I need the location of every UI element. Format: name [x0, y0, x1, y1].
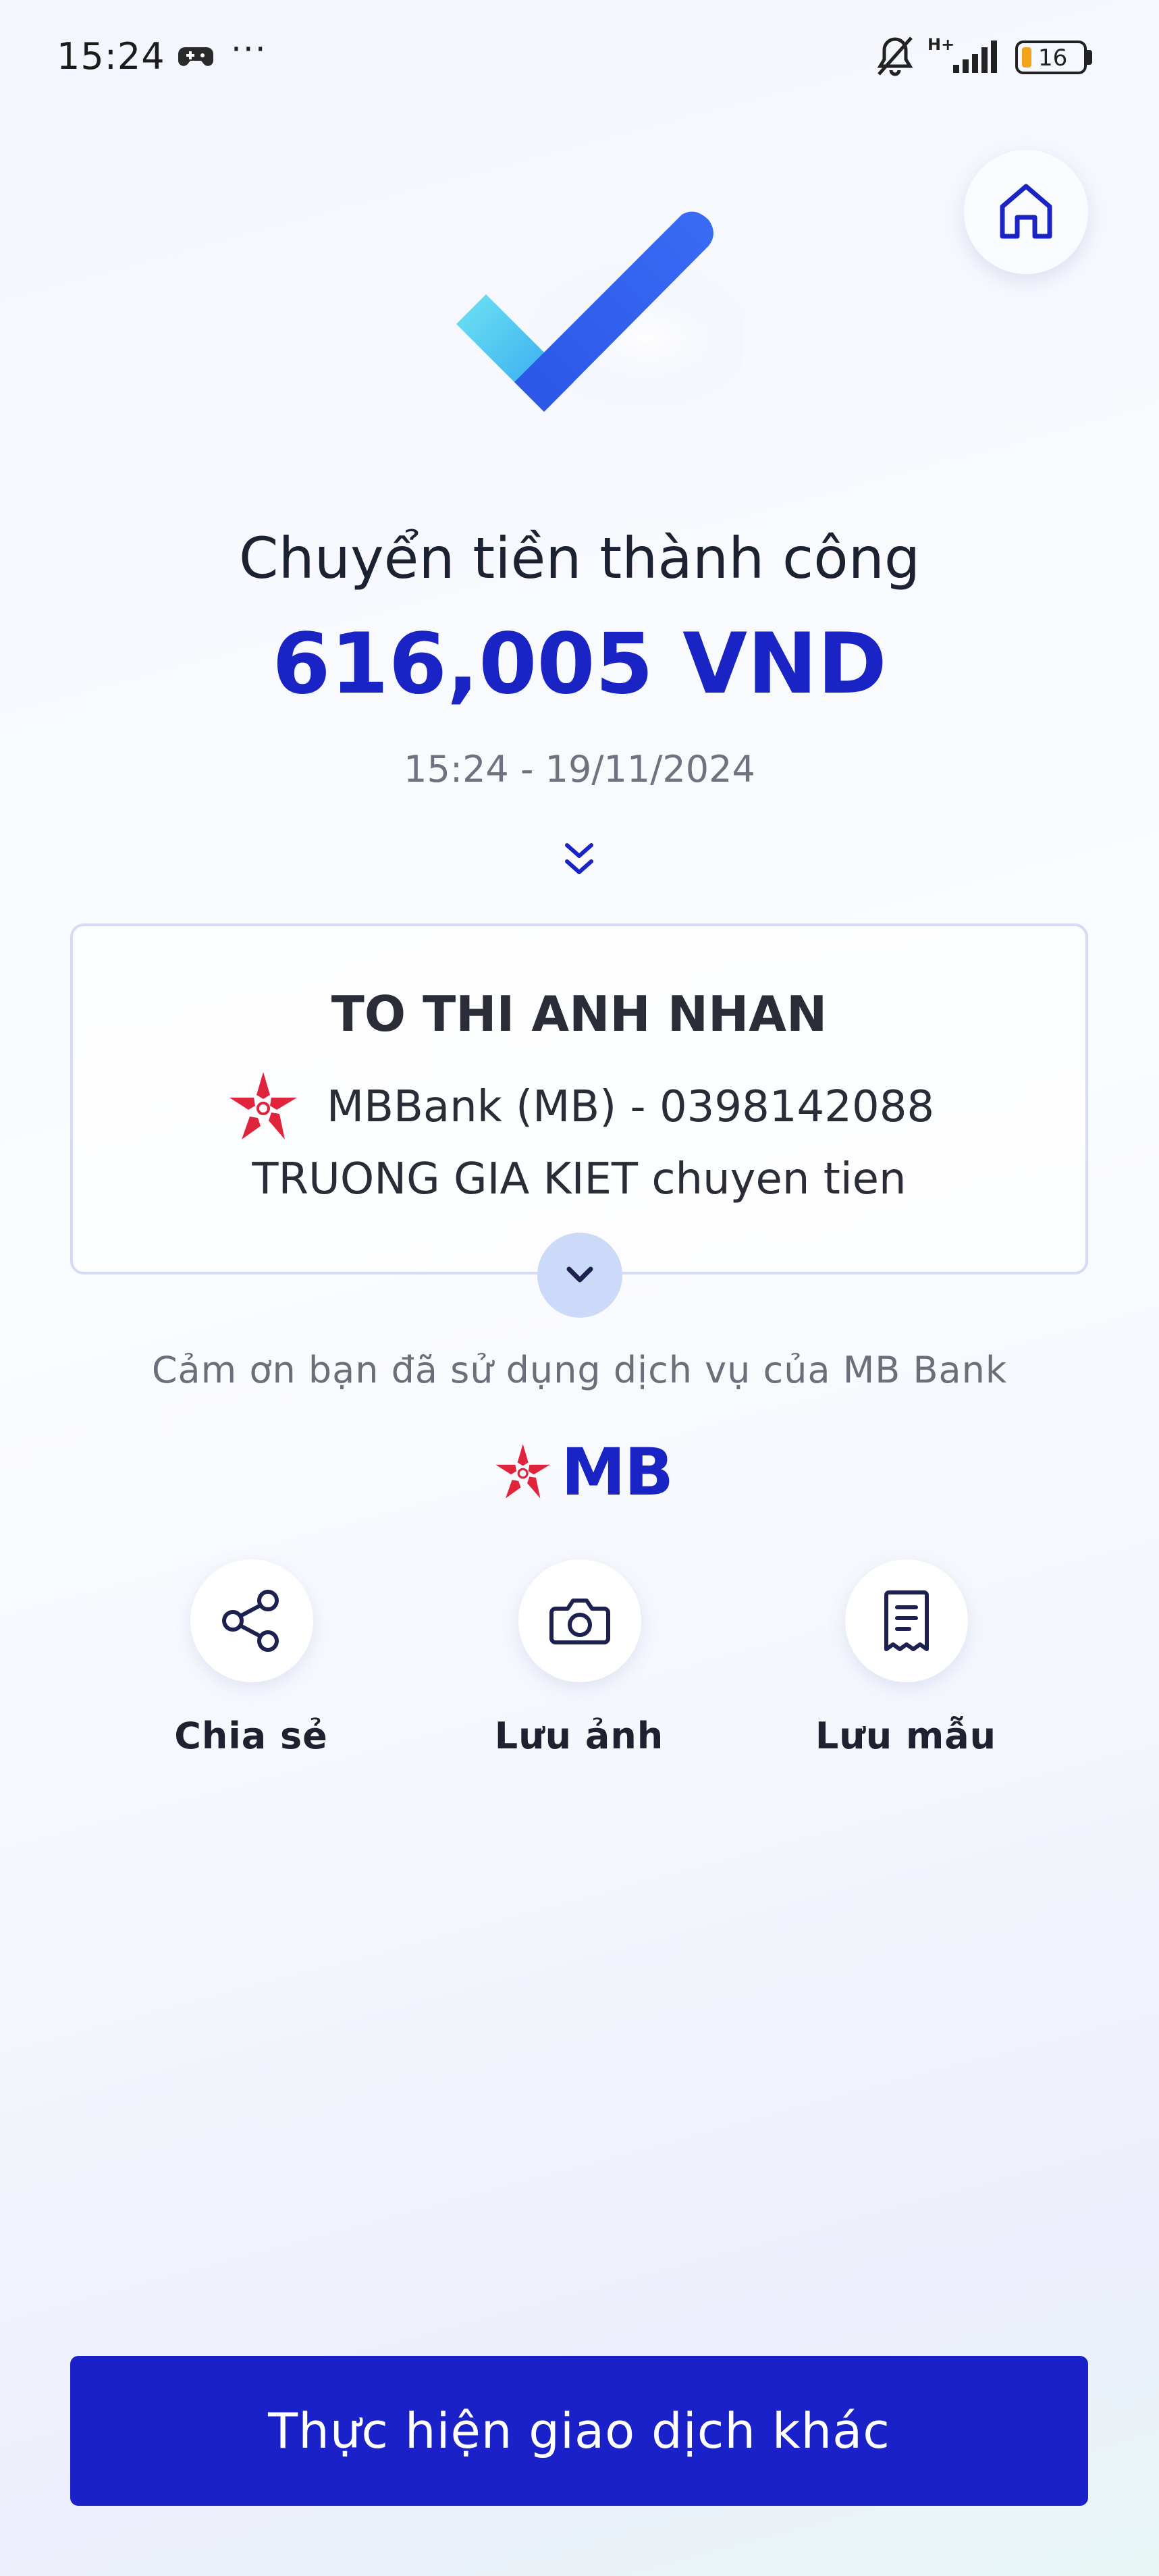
game-controller-icon — [178, 47, 213, 66]
status-more-icon: ··· — [231, 30, 267, 69]
double-chevron-down-icon — [565, 843, 593, 874]
card-expand-button[interactable] — [537, 1233, 622, 1318]
status-time: 15:24 — [57, 35, 165, 78]
battery-tip — [1087, 50, 1092, 65]
transfer-datetime: 15:24 - 19/11/2024 — [404, 748, 755, 790]
save-image-button[interactable]: Lưu ảnh — [458, 1559, 701, 1775]
save-image-label: Lưu ảnh — [494, 1715, 664, 1757]
mb-logo-text: MB — [561, 1434, 674, 1510]
save-template-label: Lưu mẫu — [815, 1715, 997, 1757]
camera-icon — [549, 1599, 610, 1644]
bell-muted-icon — [877, 36, 913, 76]
mb-star-icon — [495, 1444, 550, 1499]
share-label: Chia sẻ — [174, 1715, 328, 1757]
recipient-name: TO THI ANH NHAN — [331, 986, 828, 1042]
save-template-circle[interactable] — [845, 1559, 968, 1682]
thanks-text: Cảm ơn bạn đã sử dụng dịch vụ của MB Ban… — [151, 1349, 1008, 1391]
share-button[interactable]: Chia sẻ — [130, 1559, 373, 1775]
new-transaction-button[interactable]: Thực hiện giao dịch khác — [70, 2356, 1088, 2506]
battery-level — [1022, 47, 1031, 68]
share-circle[interactable] — [190, 1559, 313, 1682]
save-template-button[interactable]: Lưu mẫu — [784, 1559, 1027, 1775]
home-icon — [1000, 184, 1052, 239]
success-title: Chuyển tiền thành công — [238, 525, 921, 591]
receipt-icon — [884, 1590, 929, 1651]
transfer-note: TRUONG GIA KIET chuyen tien — [252, 1154, 907, 1204]
save-image-circle[interactable] — [518, 1559, 641, 1682]
mb-logo: MB — [491, 1432, 674, 1512]
mb-star-icon — [229, 1072, 297, 1139]
recipient-card: TO THI ANH NHAN MBBank (MB) - 0398142088… — [70, 923, 1088, 1274]
signal-icon — [953, 41, 997, 73]
recipient-bank-account: MBBank (MB) - 0398142088 — [326, 1082, 935, 1132]
network-type: H+ — [927, 35, 955, 54]
battery-percent: 16 — [1038, 45, 1068, 72]
chevron-down-icon — [566, 1266, 593, 1283]
transfer-amount: 616,005 VND — [272, 616, 887, 713]
home-button[interactable] — [964, 150, 1088, 274]
check-icon — [456, 211, 743, 419]
share-icon — [222, 1590, 279, 1652]
recipient-bank-row: MBBank (MB) - 0398142088 — [73, 1068, 1085, 1146]
battery-icon: 16 — [1015, 41, 1087, 74]
